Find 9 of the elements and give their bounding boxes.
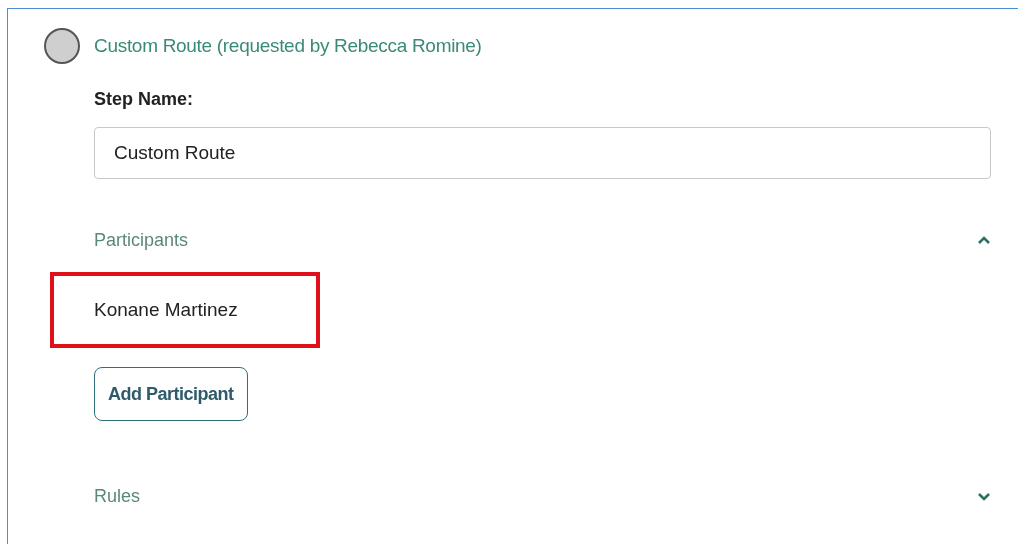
add-participant-button[interactable]: Add Participant <box>94 367 248 421</box>
step-name-field[interactable]: Custom Route <box>94 127 991 179</box>
section-header[interactable]: Participants <box>94 227 189 254</box>
chevron-down-icon[interactable] <box>977 492 991 501</box>
field-label: Step Name: <box>94 88 195 111</box>
step-title: Custom Route (requested by Rebecca Romine) <box>94 33 482 58</box>
section-header[interactable]: Rules <box>94 483 141 510</box>
participant-name: Konane Martinez <box>94 297 238 322</box>
chevron-up-icon[interactable] <box>977 236 991 245</box>
